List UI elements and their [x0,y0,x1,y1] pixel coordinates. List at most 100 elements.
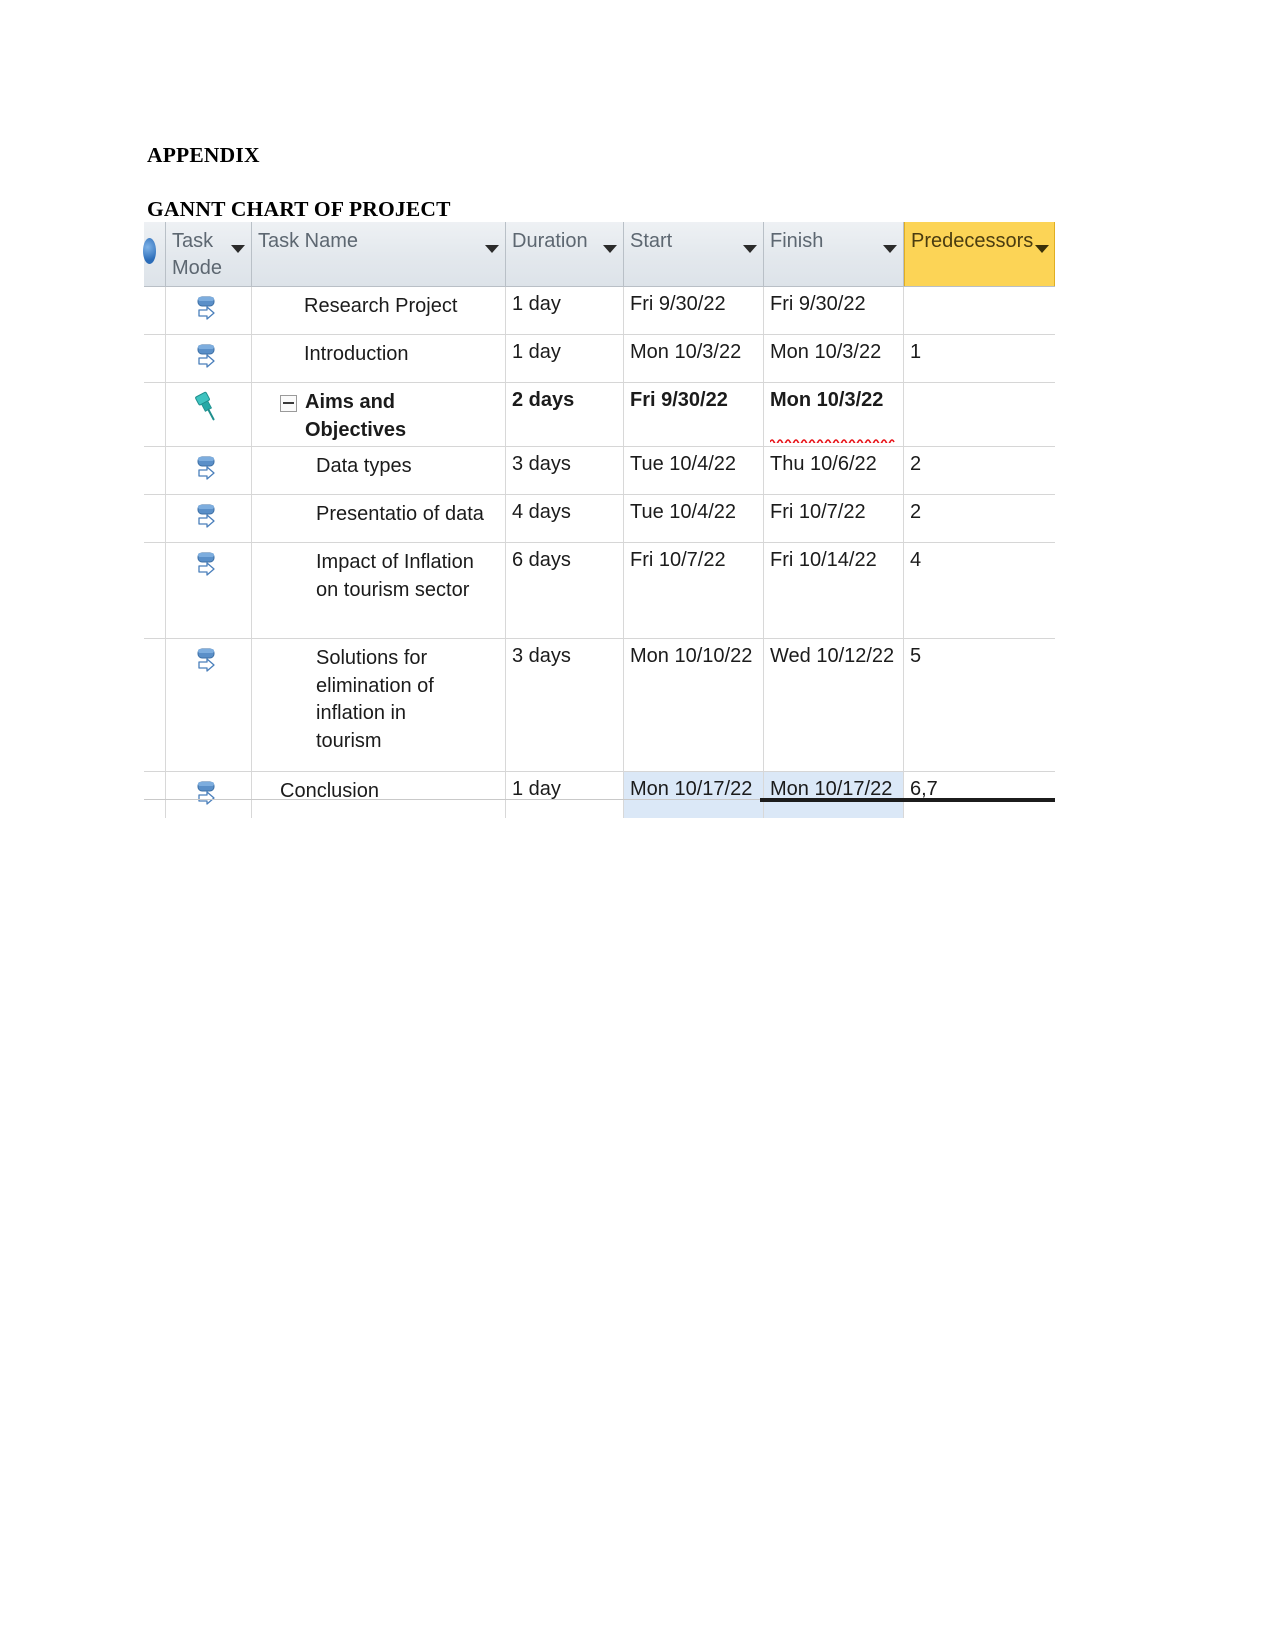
row-indicator-cell [144,772,166,819]
column-header-label: Finish [770,230,824,252]
column-header-duration[interactable]: Duration [506,222,624,286]
finish-cell[interactable]: Fri 10/14/22 [764,543,904,639]
filter-dropdown-icon[interactable] [743,245,757,253]
task-mode-cell[interactable] [166,495,252,543]
task-name-cell[interactable]: Conclusion [252,772,506,819]
table-row[interactable]: Impact of Inflation on tourism sector 6 … [144,543,1055,640]
column-header-label: Start [630,230,673,252]
finish-cell[interactable]: Thu 10/6/22 [764,447,904,495]
finish-cell[interactable]: Mon 10/3/22 [764,383,904,447]
filter-dropdown-icon[interactable] [883,245,897,253]
predecessors-cell[interactable]: 5 [904,639,1055,771]
duration-cell[interactable]: 3 days [506,447,624,495]
task-name-cell[interactable]: Introduction [252,335,506,382]
column-header-label: Duration [512,230,588,252]
task-mode-cell[interactable] [166,543,252,639]
duration-cell[interactable]: 1 day [506,335,624,382]
filter-dropdown-icon[interactable] [231,245,245,253]
indicator-icon [143,238,156,264]
start-cell[interactable]: Mon 10/10/22 [624,639,764,772]
column-header-task-name[interactable]: Task Name [252,222,506,286]
column-header-label: Predecessors [911,230,1034,252]
start-cell[interactable]: Mon 10/17/22 [624,772,764,819]
collapse-outline-icon[interactable] [280,395,297,412]
task-name-cell[interactable]: Research Project [252,287,506,334]
table-row[interactable]: Research Project 1 day Fri 9/30/22 Fri 9… [144,287,1055,335]
document-page: APPENDIX GANNT CHART OF PROJECT Task Mod… [0,0,1275,1651]
start-cell[interactable]: Tue 10/4/22 [624,495,764,543]
column-header-finish[interactable]: Finish [764,222,904,286]
row-indicator-cell [144,495,166,543]
filter-dropdown-icon[interactable] [485,245,499,253]
task-mode-cell[interactable] [166,639,252,772]
predecessors-cell[interactable]: 6,7 [904,772,1055,818]
table-row[interactable]: Aims and Objectives 2 days Fri 9/30/22 M… [144,383,1055,448]
finish-cell[interactable]: Mon 10/17/22 [764,772,904,819]
task-name-text: Presentatio of data [316,503,484,526]
table-row[interactable]: Conclusion 1 day Mon 10/17/22 Mon 10/17/… [144,772,1055,819]
duration-cell[interactable]: 6 days [506,543,624,639]
predecessors-cell[interactable] [904,287,1055,334]
finish-cell[interactable]: Wed 10/12/22 [764,639,904,772]
finish-cell[interactable]: Fri 9/30/22 [764,287,904,334]
task-mode-cell[interactable] [166,383,252,447]
column-header-label: Task Mode [172,230,223,279]
task-name-text: Data types [316,455,412,478]
row-indicator-cell [144,543,166,639]
table-row[interactable]: Solutions for elimination of inflation i… [144,639,1055,773]
row-indicator-cell [144,287,166,334]
spellcheck-squiggle-icon [770,439,895,444]
table-row[interactable]: Presentatio of data 4 days Tue 10/4/22 F… [144,495,1055,544]
task-mode-cell[interactable] [166,772,252,819]
start-cell[interactable]: Fri 9/30/22 [624,287,764,334]
task-name-cell[interactable]: Impact of Inflation on tourism sector [252,543,506,639]
duration-cell[interactable]: 2 days [506,383,624,447]
task-name-cell[interactable]: Solutions for elimination of inflation i… [252,639,506,772]
start-cell[interactable]: Fri 9/30/22 [624,383,764,447]
task-mode-cell[interactable] [166,335,252,382]
start-cell[interactable]: Mon 10/3/22 [624,335,764,382]
row-indicator-cell [144,639,166,772]
task-name-text: Impact of Inflation on tourism sector [316,551,474,601]
column-header-predecessors[interactable]: Predecessors [904,222,1055,286]
column-header-start[interactable]: Start [624,222,764,286]
duration-cell[interactable]: 3 days [506,639,624,772]
predecessors-cell[interactable]: 2 [904,495,1055,542]
indicator-column-header [143,222,166,286]
auto-schedule-icon [197,344,215,368]
finish-cell[interactable]: Fri 10/7/22 [764,495,904,543]
start-cell[interactable]: Tue 10/4/22 [624,447,764,495]
task-mode-cell[interactable] [166,287,252,334]
start-cell[interactable]: Fri 10/7/22 [624,543,764,639]
task-name-text: Solutions for elimination of inflation i… [316,647,434,752]
table-header-row: Task Mode Task Name Duration Start Finis… [143,222,1055,287]
task-name-cell[interactable]: Data types [252,447,506,495]
project-task-table: Task Mode Task Name Duration Start Finis… [143,222,1055,819]
task-name-cell[interactable]: Aims and Objectives [252,383,506,447]
auto-schedule-icon [197,504,215,528]
filter-dropdown-icon[interactable] [603,245,617,253]
column-header-label: Task Name [258,230,359,252]
duration-cell[interactable]: 1 day [506,772,624,819]
table-row[interactable]: Data types 3 days Tue 10/4/22 Thu 10/6/2… [144,447,1055,496]
task-name-cell[interactable]: Presentatio of data [252,495,506,543]
auto-schedule-icon [197,781,215,805]
predecessors-cell[interactable]: 2 [904,447,1055,494]
duration-cell[interactable]: 4 days [506,495,624,543]
predecessors-cell[interactable] [904,383,1055,446]
predecessors-cell[interactable]: 1 [904,335,1055,382]
task-name-text: Introduction [304,343,409,365]
gantt-chart-heading: GANNT CHART OF PROJECT [147,197,451,221]
duration-cell[interactable]: 1 day [506,287,624,334]
task-mode-cell[interactable] [166,447,252,495]
column-header-task-mode[interactable]: Task Mode [166,222,252,286]
filter-dropdown-icon[interactable] [1035,245,1050,253]
task-name-text: Research Project [304,295,458,317]
predecessors-cell[interactable]: 4 [904,543,1055,638]
finish-cell[interactable]: Mon 10/3/22 [764,335,904,382]
table-row[interactable]: Introduction 1 day Mon 10/3/22 Mon 10/3/… [144,335,1055,383]
selected-row-bottom-edge [760,798,1055,802]
task-name-text: Aims and Objectives [305,391,407,441]
auto-schedule-icon [197,296,215,320]
manual-schedule-pin-icon [195,391,215,421]
